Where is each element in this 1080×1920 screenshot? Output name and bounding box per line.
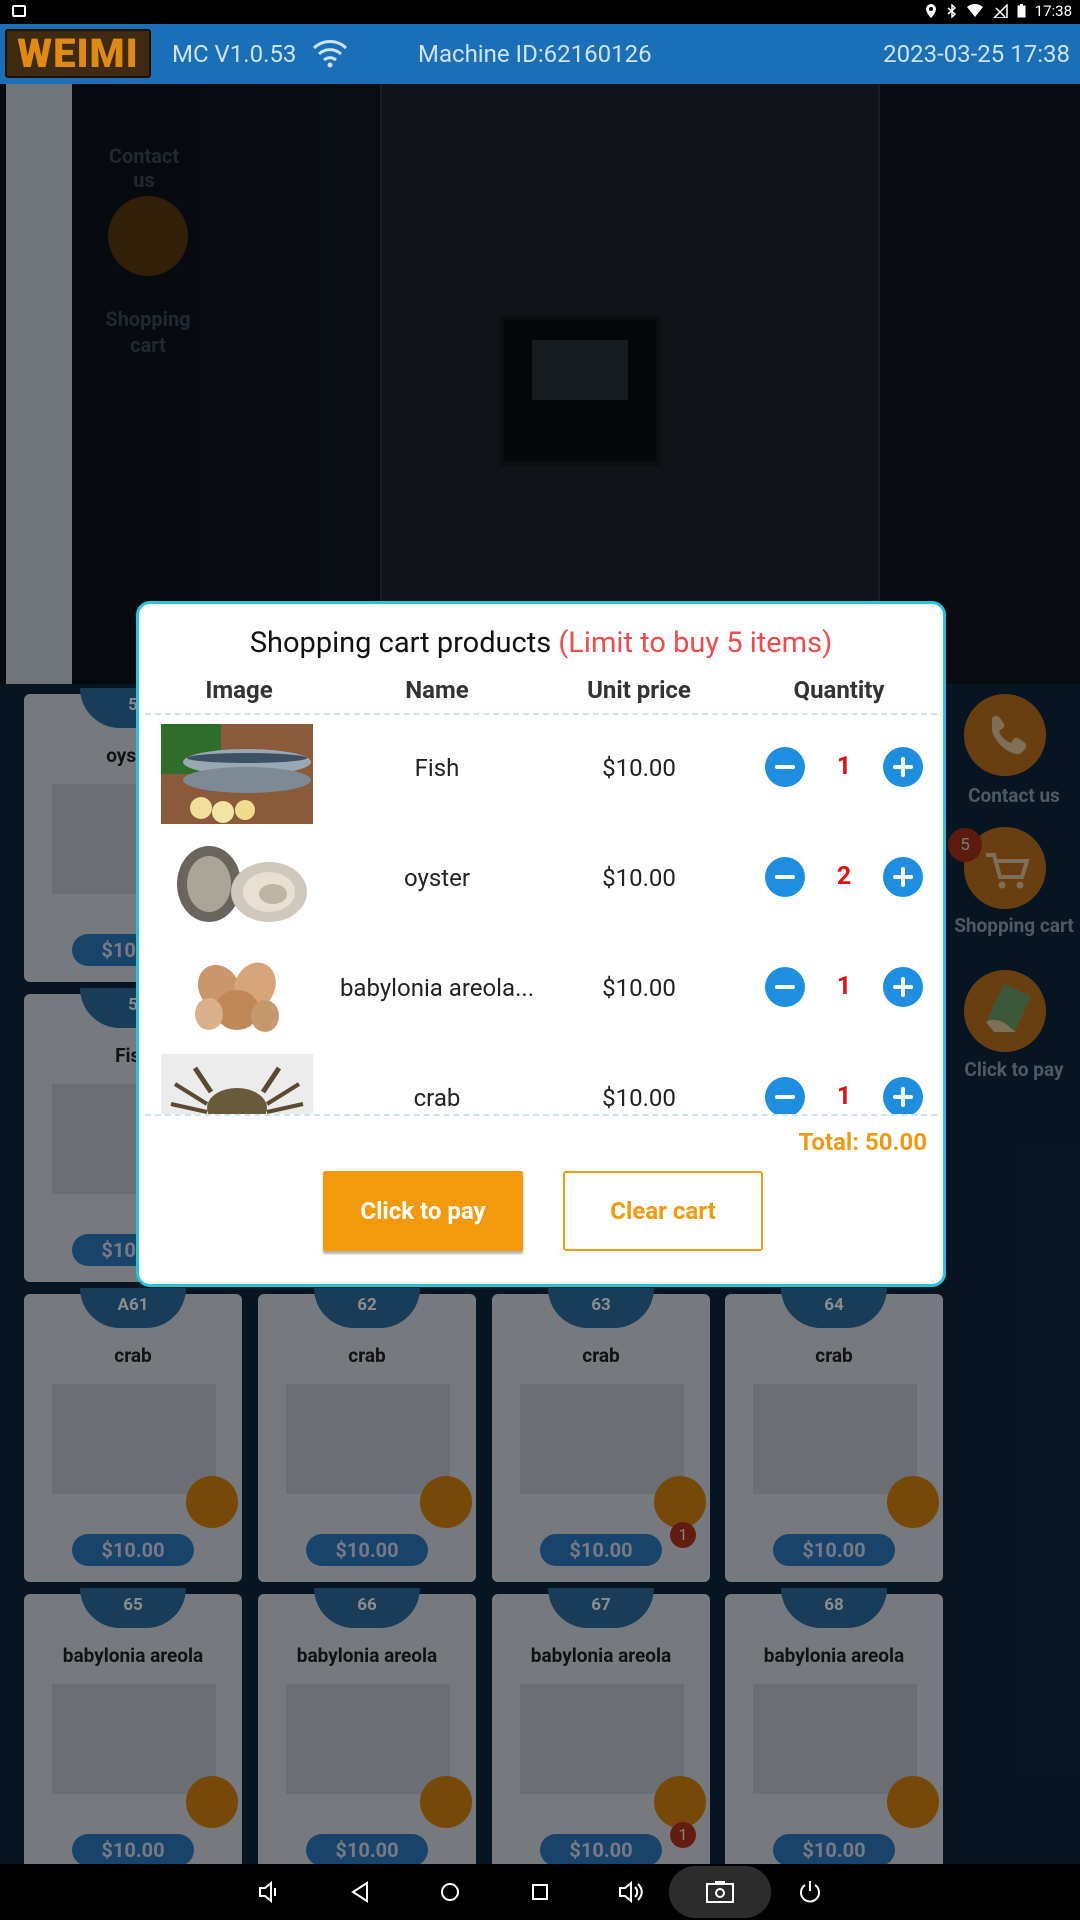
increase-quantity-button[interactable] <box>883 747 923 787</box>
dialog-title: Shopping cart products (Limit to buy 5 i… <box>139 626 943 660</box>
location-icon <box>925 4 936 18</box>
oyster-image <box>161 834 313 934</box>
wifi-icon <box>312 40 348 68</box>
volume-down-icon[interactable] <box>256 1878 284 1906</box>
shopping-cart-dialog: Shopping cart products (Limit to buy 5 i… <box>136 601 946 1287</box>
recents-icon[interactable] <box>526 1878 554 1906</box>
decrease-quantity-button[interactable] <box>765 1077 805 1114</box>
system-nav-bar <box>0 1864 1080 1920</box>
clear-cart-button[interactable]: Clear cart <box>563 1171 763 1251</box>
cart-table-header: Image Name Unit price Quantity <box>139 676 943 716</box>
screenshot-button[interactable] <box>669 1866 771 1918</box>
cart-item-quantity: 1 <box>836 1082 852 1111</box>
crab-image <box>161 1054 313 1114</box>
increase-quantity-button[interactable] <box>883 1077 923 1114</box>
app-version: MC V1.0.53 <box>172 40 297 68</box>
cart-row: Fish $10.00 1 <box>139 714 943 824</box>
column-image: Image <box>205 676 273 704</box>
cart-row: babylonia areola... $10.00 1 <box>139 934 943 1044</box>
decrease-quantity-button[interactable] <box>765 747 805 787</box>
cart-item-quantity: 1 <box>836 972 852 1001</box>
cart-item-name: babylonia areola... <box>339 974 535 1002</box>
home-icon[interactable] <box>436 1878 464 1906</box>
header-datetime: 2023-03-25 17:38 <box>883 40 1070 68</box>
cart-item-price: $10.00 <box>602 1084 676 1112</box>
cart-item-quantity: 1 <box>836 752 852 781</box>
status-bar: 17:38 <box>0 0 1080 24</box>
cart-items-list[interactable]: Fish $10.00 1 oyster $10.00 2 babylonia … <box>139 714 943 1114</box>
increase-quantity-button[interactable] <box>883 967 923 1007</box>
cart-row: oyster $10.00 2 <box>139 824 943 934</box>
app-header: WEIMI MC V1.0.53 Machine ID:62160126 202… <box>0 24 1080 84</box>
increase-quantity-button[interactable] <box>883 857 923 897</box>
decrease-quantity-button[interactable] <box>765 857 805 897</box>
power-icon[interactable] <box>796 1878 824 1906</box>
screenshot-icon <box>706 1881 734 1903</box>
cart-item-price: $10.00 <box>602 974 676 1002</box>
purchase-limit-text: (Limit to buy 5 items) <box>558 626 833 660</box>
status-icons: 17:38 <box>925 2 1072 20</box>
back-icon[interactable] <box>347 1878 375 1906</box>
babylonia-image <box>161 944 313 1044</box>
fish-image <box>161 724 313 824</box>
column-unit-price: Unit price <box>587 676 691 704</box>
cart-item-quantity: 2 <box>836 862 852 891</box>
dialog-title-text: Shopping cart products <box>249 626 552 660</box>
cart-item-name: Fish <box>414 754 460 782</box>
cart-item-price: $10.00 <box>602 754 676 782</box>
status-time: 17:38 <box>1034 2 1072 20</box>
image-notification-icon <box>12 5 26 17</box>
column-name: Name <box>405 676 469 704</box>
cell-signal-icon <box>992 4 1008 18</box>
app-root: 17:38 WEIMI MC V1.0.53 Machine ID:621601… <box>0 0 1080 1920</box>
bluetooth-icon <box>947 4 956 18</box>
cart-row: crab $10.00 1 <box>139 1044 943 1114</box>
wifi-signal-icon <box>966 4 983 17</box>
column-quantity: Quantity <box>793 676 885 704</box>
cart-item-name: oyster <box>404 864 470 892</box>
battery-icon <box>1017 4 1026 18</box>
click-to-pay-button[interactable]: Click to pay <box>323 1171 523 1251</box>
cart-item-name: crab <box>413 1084 461 1112</box>
cart-total: Total: 50.00 <box>798 1128 927 1156</box>
cart-item-price: $10.00 <box>602 864 676 892</box>
decrease-quantity-button[interactable] <box>765 967 805 1007</box>
brand-logo: WEIMI <box>5 29 151 78</box>
divider <box>145 1114 937 1116</box>
volume-up-icon[interactable] <box>616 1878 644 1906</box>
machine-id: Machine ID:62160126 <box>418 40 652 68</box>
